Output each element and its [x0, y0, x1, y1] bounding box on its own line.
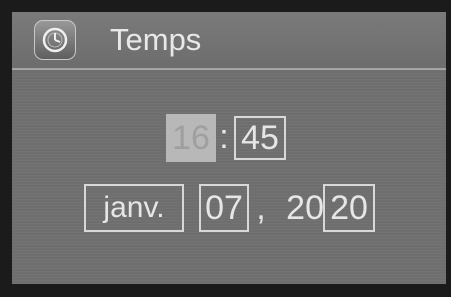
page-title: Temps	[110, 22, 202, 57]
date-separator: ,	[256, 189, 266, 227]
year-prefix: 20	[286, 189, 324, 227]
day-field[interactable]: 07	[199, 184, 249, 232]
device-frame: Temps 16 : 45 janv. 07 , 20 20	[0, 0, 451, 297]
month-field[interactable]: janv.	[84, 184, 184, 232]
time-separator: :	[219, 118, 229, 156]
hour-field[interactable]: 16	[166, 114, 216, 162]
clock-icon	[34, 20, 76, 60]
minute-field[interactable]: 45	[234, 116, 286, 160]
screen: Temps 16 : 45 janv. 07 , 20 20	[12, 12, 446, 284]
year-field[interactable]: 20	[323, 184, 375, 232]
header-bar: Temps	[12, 12, 446, 70]
